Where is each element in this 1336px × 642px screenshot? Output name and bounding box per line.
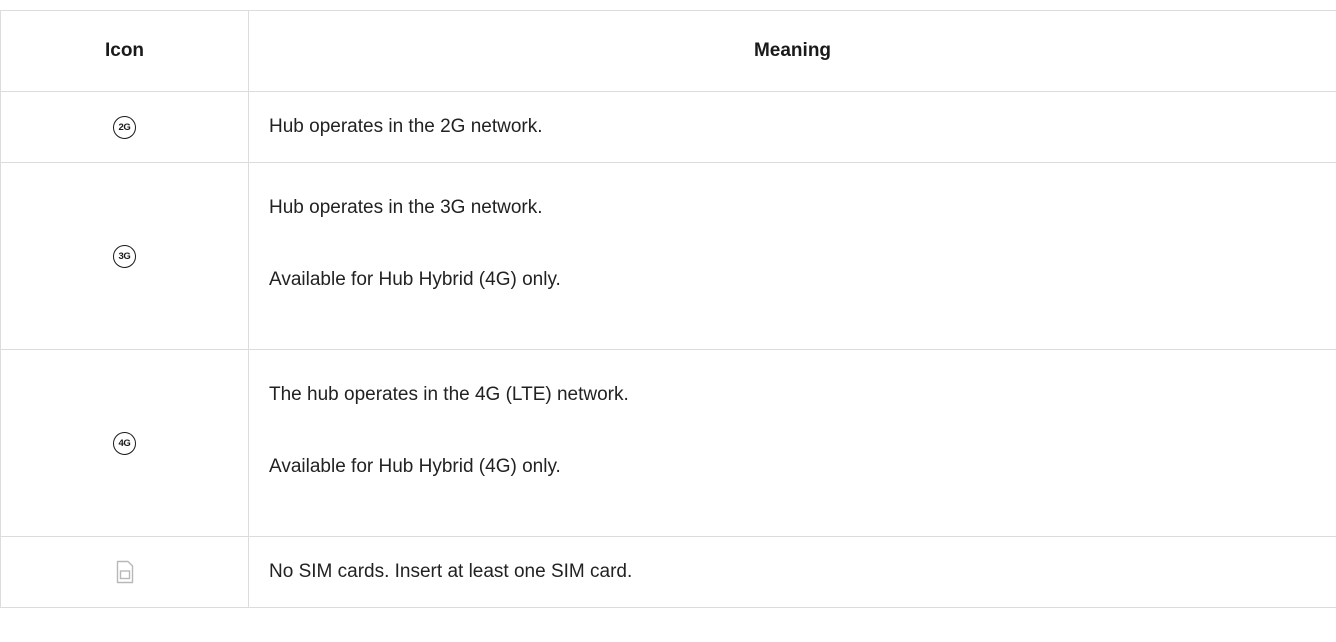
- meaning-note: Available for Hub Hybrid (4G) only.: [269, 269, 561, 290]
- no-sim-card-icon: [116, 560, 133, 584]
- meaning-cell: Hub operates in the 3G network. Availabl…: [248, 162, 1336, 350]
- icon-cell: 4G: [0, 349, 249, 537]
- meaning-cell: No SIM cards. Insert at least one SIM ca…: [248, 536, 1336, 608]
- 3g-network-icon: 3G: [113, 244, 136, 268]
- table-row: No SIM cards. Insert at least one SIM ca…: [0, 536, 1336, 608]
- icon-meaning-table: Icon Meaning 2G Hub operates in the 2G n…: [0, 10, 1336, 608]
- meaning-text: The hub operates in the 4G (LTE) network…: [269, 384, 629, 405]
- header-meaning: Meaning: [248, 10, 1336, 92]
- icon-cell: 3G: [0, 162, 249, 350]
- table-row: 4G The hub operates in the 4G (LTE) netw…: [0, 349, 1336, 537]
- table-row: 3G Hub operates in the 3G network. Avail…: [0, 162, 1336, 350]
- icon-cell: [0, 536, 249, 608]
- 2g-network-icon: 2G: [113, 115, 136, 139]
- meaning-note: Available for Hub Hybrid (4G) only.: [269, 456, 561, 477]
- meaning-cell: Hub operates in the 2G network.: [248, 91, 1336, 163]
- table-header-row: Icon Meaning: [0, 10, 1336, 92]
- meaning-text: Hub operates in the 2G network.: [269, 116, 543, 137]
- header-icon: Icon: [0, 10, 249, 92]
- meaning-text: Hub operates in the 3G network.: [269, 197, 543, 218]
- 4g-network-icon: 4G: [113, 431, 136, 455]
- table-row: 2G Hub operates in the 2G network.: [0, 91, 1336, 163]
- icon-cell: 2G: [0, 91, 249, 163]
- meaning-text: No SIM cards. Insert at least one SIM ca…: [269, 561, 633, 582]
- meaning-cell: The hub operates in the 4G (LTE) network…: [248, 349, 1336, 537]
